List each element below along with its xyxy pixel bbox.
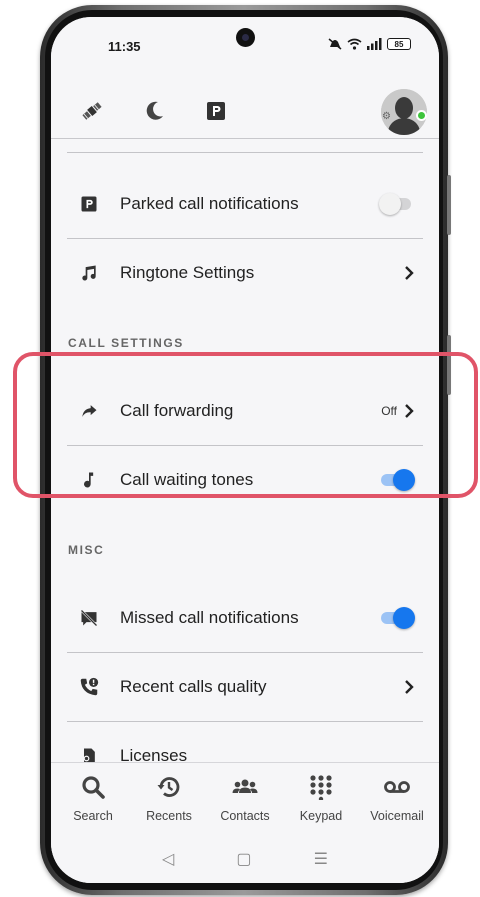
- battery-indicator: 85: [387, 38, 411, 50]
- parking-icon: [78, 193, 100, 215]
- bottom-nav: Search Recents Contacts Keypad Voicemail: [51, 762, 439, 834]
- row-label: Missed call notifications: [120, 608, 299, 627]
- row-trail: [379, 607, 415, 629]
- nav-label: Recents: [146, 809, 192, 823]
- row-label: Call waiting tones: [120, 470, 254, 489]
- row-label: Ringtone Settings: [120, 263, 255, 282]
- call-waiting-toggle[interactable]: [379, 469, 415, 491]
- mute-icon: [328, 38, 342, 50]
- forward-arrow-icon: [78, 400, 100, 422]
- status-icons: 85: [328, 38, 411, 50]
- row-label: Licenses: [120, 746, 188, 762]
- presence-indicator: [416, 110, 427, 121]
- history-icon: [155, 773, 183, 801]
- recent-calls-quality-row[interactable]: Recent calls quality: [67, 653, 423, 721]
- nav-keypad[interactable]: Keypad: [283, 763, 359, 834]
- chevron-right-icon: [405, 680, 414, 694]
- wifi-icon: [347, 38, 362, 50]
- nav-recents[interactable]: Recents: [131, 763, 207, 834]
- nav-contacts[interactable]: Contacts: [207, 763, 283, 834]
- nav-label: Search: [73, 809, 113, 823]
- search-icon: [79, 773, 107, 801]
- signal-icon: [367, 38, 382, 50]
- chevron-right-icon: [405, 266, 414, 280]
- music-note-icon: [78, 469, 100, 491]
- nav-label: Contacts: [220, 809, 270, 823]
- status-time: 11:35: [108, 39, 141, 54]
- music-note-icon: [78, 262, 100, 284]
- call-forwarding-row[interactable]: Call forwarding Off: [67, 377, 423, 445]
- system-nav-bar: ◁ ▢ ☰: [51, 834, 439, 883]
- back-button[interactable]: ◁: [162, 849, 174, 869]
- recent-apps-button[interactable]: ☰: [314, 849, 328, 869]
- row-trail: [379, 193, 415, 215]
- nav-voicemail[interactable]: Voicemail: [359, 763, 435, 834]
- ringtone-settings-row[interactable]: Ringtone Settings: [67, 239, 423, 307]
- moon-icon[interactable]: [143, 99, 167, 123]
- voicemail-icon: [383, 773, 411, 801]
- parked-call-notifications-row[interactable]: Parked call notifications: [67, 170, 423, 238]
- status-bar: 11:35 85: [51, 17, 439, 77]
- row-trail: [379, 469, 415, 491]
- row-label: Recent calls quality: [120, 677, 267, 696]
- top-toolbar: [51, 77, 439, 139]
- phone-screen: 11:35 85 ⚙ Parked call notifications Rin…: [51, 17, 439, 883]
- nav-label: Voicemail: [370, 809, 424, 823]
- call-waiting-tones-row[interactable]: Call waiting tones: [67, 446, 423, 514]
- contacts-icon: [231, 773, 259, 801]
- row-trail: [403, 265, 415, 281]
- chevron-right-icon: [405, 404, 414, 418]
- licenses-row[interactable]: Licenses: [67, 722, 423, 762]
- nav-label: Keypad: [299, 809, 343, 823]
- settings-list: Parked call notifications Ringtone Setti…: [51, 140, 439, 762]
- call-forwarding-value: Off: [381, 404, 397, 418]
- front-camera: [236, 28, 255, 47]
- phone-alert-icon: [78, 676, 100, 698]
- row-label: Call forwarding: [120, 401, 234, 420]
- volume-button: [447, 175, 451, 235]
- gear-icon: ⚙: [382, 111, 391, 122]
- missed-notification-icon: [78, 607, 100, 629]
- section-header-misc: MISC: [68, 543, 105, 557]
- nav-search[interactable]: Search: [55, 763, 131, 834]
- row-trail: Off: [381, 403, 415, 419]
- satellite-icon[interactable]: [80, 99, 104, 123]
- keypad-icon: [307, 773, 335, 801]
- divider: [67, 152, 423, 153]
- missed-call-toggle[interactable]: [379, 607, 415, 629]
- parking-icon[interactable]: [204, 99, 228, 123]
- row-trail: [403, 679, 415, 695]
- section-header-call-settings: CALL SETTINGS: [68, 336, 184, 350]
- parked-call-toggle[interactable]: [379, 193, 415, 215]
- missed-call-notifications-row[interactable]: Missed call notifications: [67, 584, 423, 652]
- home-button[interactable]: ▢: [236, 849, 251, 869]
- license-document-icon: [78, 745, 100, 762]
- row-label: Parked call notifications: [120, 194, 299, 213]
- power-button: [447, 335, 451, 395]
